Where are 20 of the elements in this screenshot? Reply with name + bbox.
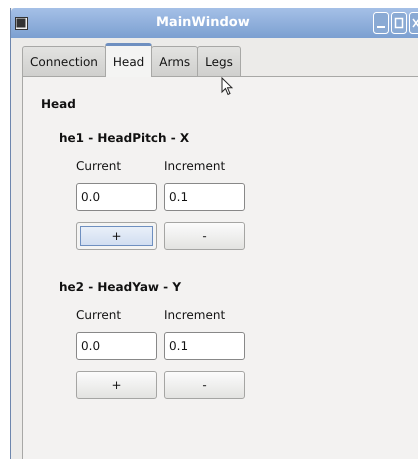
plus-button[interactable]: + [76,371,157,399]
joint-title: he2 - HeadYaw - Y [59,280,182,296]
joint-title: he1 - HeadPitch - X [59,131,190,147]
tab[interactable]: Legs [197,46,241,76]
increment-label: Increment [164,159,226,175]
minus-button[interactable]: - [164,222,245,250]
tab[interactable]: Head [104,43,152,77]
tab[interactable]: Connection [22,46,106,76]
increment-field[interactable]: 0.1 [164,332,245,360]
minus-button[interactable]: - [164,371,245,399]
increment-label: Increment [164,308,226,324]
current-label: Current [76,159,122,175]
plus-button[interactable]: + [76,222,157,250]
current-label: Current [76,308,122,324]
increment-field[interactable]: 0.1 [164,183,245,211]
current-field[interactable]: 0.0 [76,183,157,211]
current-field[interactable]: 0.0 [76,332,157,360]
section-heading: Head [41,97,77,113]
tab[interactable]: Arms [151,46,198,76]
window-title: MainWindow [156,15,250,30]
